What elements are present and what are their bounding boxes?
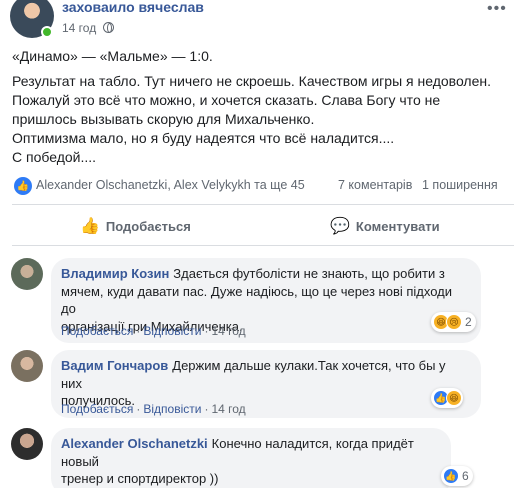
like-icon: 👍 bbox=[80, 218, 100, 235]
like-icon: 👍 bbox=[14, 177, 32, 195]
comment-author[interactable]: Alexander Olschanetzki bbox=[61, 436, 208, 451]
reaction-pill[interactable]: 😆 😢 2 bbox=[431, 312, 476, 332]
like-icon: 👍 bbox=[443, 468, 459, 484]
like-button-label: Подобається bbox=[105, 218, 191, 234]
more-icon[interactable]: ••• bbox=[487, 0, 507, 18]
post-author-name[interactable]: заховаило вячеслав bbox=[62, 0, 204, 15]
comment-like-link[interactable]: Подобається bbox=[61, 402, 133, 416]
comment-time[interactable]: 14 год bbox=[211, 402, 245, 416]
comment-button-label: Коментувати bbox=[355, 218, 440, 234]
post-header: заховаило вячеслав 14 год ••• bbox=[0, 0, 526, 40]
reactors-summary[interactable]: Alexander Olschanetzki, Alex Velykykh та… bbox=[36, 178, 305, 192]
comment-reply-link[interactable]: Відповісти bbox=[143, 324, 201, 338]
post-body: «Динамо» — «Мальме» — 1:0. Результат на … bbox=[12, 47, 517, 167]
comment-bubble: Alexander Olschanetzki Конечно наладится,… bbox=[51, 428, 451, 488]
post-stats: 👍 Alexander Olschanetzki, Alex Velykykh … bbox=[12, 176, 514, 196]
like-button[interactable]: 👍 Подобається bbox=[80, 213, 191, 239]
avatar[interactable] bbox=[11, 350, 43, 382]
comment-like-link[interactable]: Подобається bbox=[61, 324, 133, 338]
comments-count[interactable]: 7 коментарів bbox=[338, 178, 412, 192]
sad-icon: 😢 bbox=[446, 314, 462, 330]
reaction-count: 6 bbox=[462, 469, 469, 483]
comment-icon: 💬 bbox=[330, 218, 350, 235]
comment-actions: Подобається · Відповісти · 14 год bbox=[61, 402, 246, 416]
reaction-pill[interactable]: 👍 😆 bbox=[431, 388, 463, 408]
shares-count[interactable]: 1 поширення bbox=[422, 178, 498, 192]
reaction-pill[interactable]: 👍 6 bbox=[441, 466, 473, 486]
reaction-count: 2 bbox=[465, 315, 472, 329]
comment-reply-link[interactable]: Відповісти bbox=[143, 402, 201, 416]
globe-icon bbox=[103, 22, 114, 33]
haha-icon: 😆 bbox=[446, 390, 462, 406]
avatar[interactable] bbox=[11, 428, 43, 460]
post-timestamp[interactable]: 14 год bbox=[62, 21, 96, 35]
comment-author[interactable]: Владимир Козин bbox=[61, 266, 169, 281]
comment-button[interactable]: 💬 Коментувати bbox=[330, 213, 440, 239]
comment-author[interactable]: Вадим Гончаров bbox=[61, 358, 168, 373]
comment-time[interactable]: 14 год bbox=[211, 324, 245, 338]
online-status-dot bbox=[41, 26, 53, 38]
post-text: Результат на табло. Тут ничего не скроеш… bbox=[12, 73, 492, 165]
comment-actions: Подобається · Відповісти · 14 год bbox=[61, 324, 246, 338]
avatar[interactable] bbox=[11, 258, 43, 290]
action-bar: 👍 Подобається 💬 Коментувати bbox=[12, 204, 514, 246]
post-score-line: «Динамо» — «Мальме» — 1:0. bbox=[12, 48, 213, 64]
